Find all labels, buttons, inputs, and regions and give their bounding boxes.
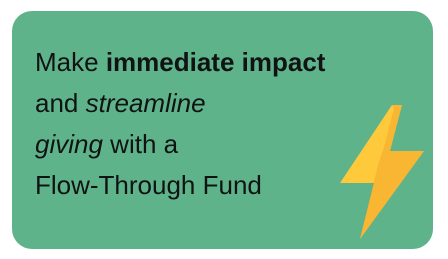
headline-emphasis-italic: giving — [35, 129, 103, 159]
lightning-bolt-icon — [340, 105, 424, 239]
headline-line-2: and streamline — [35, 83, 325, 124]
promo-headline: Make immediate impact and streamline giv… — [35, 42, 325, 206]
headline-line-4: Flow-Through Fund — [35, 165, 325, 206]
promo-card: Make immediate impact and streamline giv… — [12, 11, 433, 249]
headline-line-1: Make immediate impact — [35, 42, 325, 83]
headline-text: Make — [35, 47, 106, 77]
headline-line-3: giving with a — [35, 124, 325, 165]
headline-text: with a — [102, 129, 179, 159]
headline-text: and — [35, 88, 86, 118]
headline-emphasis-bold: immediate impact — [105, 47, 326, 77]
headline-text: Flow-Through Fund — [35, 170, 262, 200]
headline-emphasis-italic: streamline — [85, 88, 206, 118]
